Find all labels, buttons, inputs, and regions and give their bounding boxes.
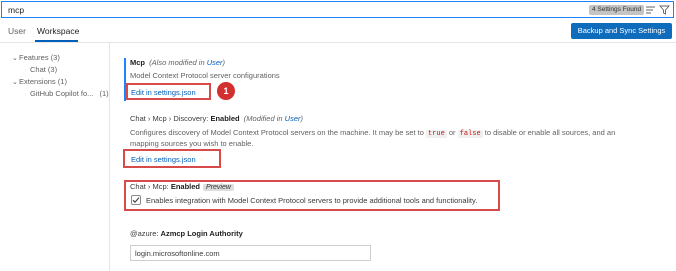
modified-in-user-link[interactable]: User (207, 58, 223, 67)
setting-discovery-title: Chat › Mcp › Discovery: Enabled (Modifie… (130, 114, 303, 123)
annotation-highlight-box (126, 83, 211, 100)
backup-sync-button[interactable]: Backup and Sync Settings (571, 23, 672, 39)
settings-toc: ⌄Features (3) Chat (3) ⌄Extensions (1) G… (0, 43, 110, 271)
clear-filter-icon[interactable] (645, 5, 656, 15)
chevron-down-icon: ⌄ (12, 55, 18, 62)
annotation-highlight-box (123, 149, 221, 168)
setting-discovery-description: Configures discovery of Model Context Pr… (130, 128, 616, 148)
settings-search-input[interactable]: mcp 4 Settings Found (1, 1, 674, 18)
results-count-badge: 4 Settings Found (589, 5, 645, 15)
tab-user[interactable]: User (8, 26, 26, 36)
chevron-down-icon: ⌄ (12, 79, 18, 86)
toc-item-features[interactable]: ⌄Features (3) (12, 53, 60, 62)
toc-item-extensions[interactable]: ⌄Extensions (1) (12, 77, 67, 86)
setting-mcp-description: Model Context Protocol server configurat… (130, 71, 280, 80)
toc-item-github-copilot[interactable]: GitHub Copilot fo... (1) (30, 89, 109, 98)
search-query[interactable]: mcp (8, 5, 24, 15)
setting-mcp-title: Mcp (Also modified in User) (130, 58, 226, 67)
annotation-highlight-box (124, 180, 500, 211)
active-tab-indicator (35, 40, 78, 42)
annotation-step-badge: 1 (217, 82, 235, 100)
filter-icon[interactable] (659, 5, 670, 15)
tab-workspace[interactable]: Workspace (37, 26, 79, 36)
modified-in-user-link[interactable]: User (285, 114, 301, 123)
toc-item-chat[interactable]: Chat (3) (30, 65, 57, 74)
setting-authority-title: @azure: Azmcp Login Authority (130, 229, 243, 238)
login-authority-input[interactable] (130, 245, 371, 261)
